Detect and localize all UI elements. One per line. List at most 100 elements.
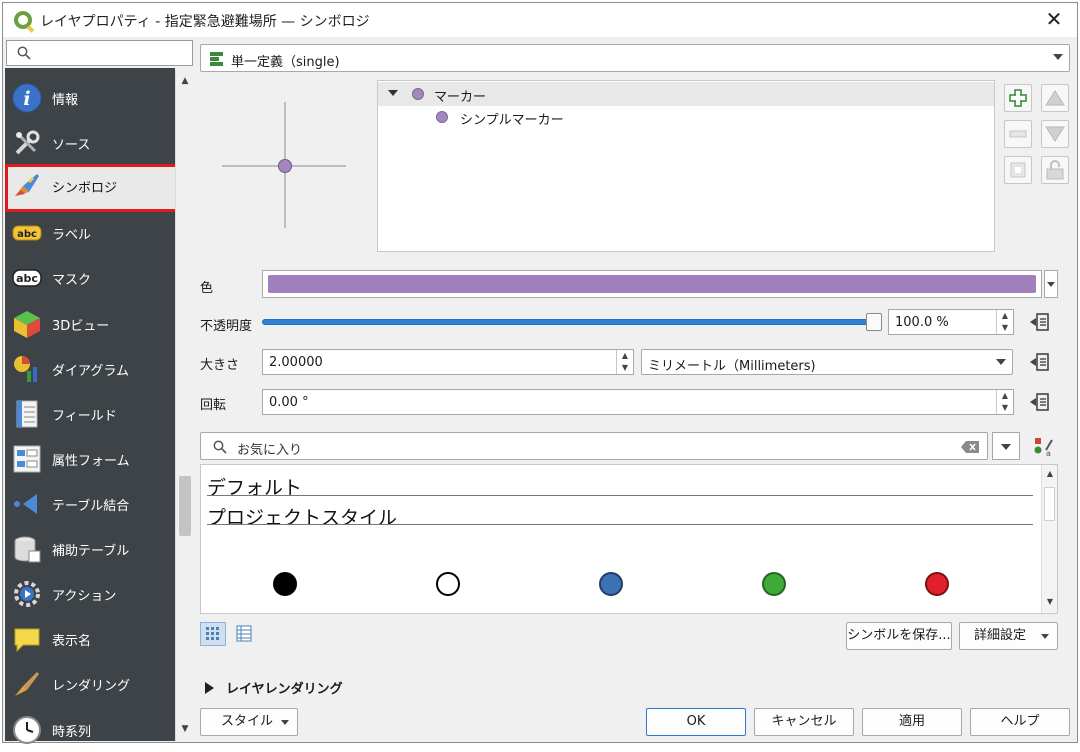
style-manager-icon[interactable]: a: [1032, 434, 1056, 458]
icon-view-toggle[interactable]: [200, 622, 226, 646]
symbol-library-list[interactable]: デフォルト プロジェクトスタイル: [200, 464, 1058, 614]
symbol-black[interactable]: [273, 572, 297, 596]
list-view-toggle[interactable]: [232, 622, 256, 646]
sidebar-item-6[interactable]: ダイアグラム: [5, 347, 175, 391]
symbol-layer-tree[interactable]: マーカー シンプルマーカー: [377, 80, 995, 252]
move-up-button[interactable]: [1041, 84, 1069, 112]
up-arrow-icon: [1045, 90, 1065, 106]
auxiliary-storage-icon: [11, 533, 43, 565]
scroll-down-arrow-icon[interactable]: ▼: [176, 722, 194, 736]
spin-arrows-icon[interactable]: ▲ ▼: [996, 310, 1013, 334]
mask-abc-icon: abc: [11, 262, 43, 294]
sidebar-item-8[interactable]: 属性フォーム: [5, 437, 175, 481]
expand-arrow-icon[interactable]: [388, 90, 398, 96]
rendering-brush-icon: [11, 668, 43, 700]
sidebar-item-13[interactable]: レンダリング: [5, 662, 175, 706]
sidebar-item-0[interactable]: i 情報: [5, 76, 175, 120]
sidebar-search-input[interactable]: [6, 40, 193, 66]
tree-item-simple-marker[interactable]: シンプルマーカー: [460, 109, 564, 128]
svg-text:abc: abc: [16, 272, 38, 285]
symbol-green[interactable]: [762, 572, 786, 596]
group-project-styles: プロジェクトスタイル: [207, 507, 398, 529]
clear-text-icon[interactable]: [961, 441, 979, 453]
data-defined-override-icon[interactable]: [1028, 350, 1052, 374]
library-scrollbar[interactable]: ▲ ▼: [1041, 465, 1057, 613]
data-defined-override-icon[interactable]: [1028, 310, 1052, 334]
renderer-select[interactable]: 単一定義（single): [200, 44, 1070, 72]
library-filter-dropdown[interactable]: [992, 432, 1020, 460]
move-down-button[interactable]: [1041, 120, 1069, 148]
size-value: 2.00000: [269, 355, 323, 370]
style-menu-button[interactable]: スタイル: [200, 708, 298, 736]
layer-rendering-toggle[interactable]: レイヤレンダリング: [226, 678, 343, 697]
size-unit-value: ミリメートル（Millimeters): [648, 359, 816, 374]
rotation-label: 回転: [200, 398, 227, 413]
sidebar-item-label: フィールド: [52, 409, 117, 424]
sidebar-item-label: マスク: [52, 273, 92, 288]
sidebar-item-4[interactable]: abc マスク: [5, 256, 175, 300]
color-label: 色: [200, 281, 214, 296]
symbol-white[interactable]: [436, 572, 460, 596]
color-button[interactable]: [262, 270, 1042, 298]
symbol-red[interactable]: [925, 572, 949, 596]
sidebar-item-11[interactable]: アクション: [5, 572, 175, 616]
chevron-down-icon: [996, 359, 1006, 365]
sidebar-item-1[interactable]: ソース: [5, 121, 175, 165]
sidebar-item-3[interactable]: abc ラベル: [5, 211, 175, 255]
rotation-spinbox[interactable]: 0.00 ° ▲ ▼: [262, 389, 1014, 415]
opacity-slider-handle[interactable]: [866, 313, 882, 331]
sidebar-item-label: アクション: [52, 589, 117, 604]
sidebar-item-label: レンダリング: [52, 679, 131, 694]
sidebar-item-9[interactable]: テーブル結合: [5, 482, 175, 526]
close-button[interactable]: ✕: [1040, 6, 1068, 32]
search-icon: [17, 46, 31, 60]
sidebar-item-10[interactable]: 補助テーブル: [5, 527, 175, 571]
opacity-slider-track[interactable]: [262, 319, 874, 325]
opacity-spinbox[interactable]: 100.0 % ▲ ▼: [888, 309, 1014, 335]
plus-icon: [1009, 89, 1027, 107]
size-unit-select[interactable]: ミリメートル（Millimeters): [641, 349, 1013, 375]
lock-layer-button[interactable]: [1041, 156, 1069, 184]
ok-button[interactable]: OK: [646, 708, 746, 736]
renderer-label: 単一定義（single): [231, 55, 340, 70]
help-button[interactable]: ヘルプ: [970, 708, 1070, 736]
scroll-up-arrow-icon[interactable]: ▲: [176, 74, 194, 88]
remove-symbol-layer-button[interactable]: [1004, 120, 1032, 148]
color-swatch: [268, 275, 1036, 293]
sidebar-item-5[interactable]: 3Dビュー: [5, 302, 175, 346]
add-symbol-layer-button[interactable]: [1004, 84, 1032, 112]
sidebar-item-2[interactable]: シンボロジ: [5, 164, 181, 212]
spin-arrows-icon[interactable]: ▲ ▼: [616, 350, 633, 374]
save-symbol-button[interactable]: シンボルを保存...: [846, 622, 952, 650]
spin-arrows-icon[interactable]: ▲ ▼: [996, 390, 1013, 414]
clock-icon: [11, 714, 43, 746]
duplicate-symbol-layer-button[interactable]: [1004, 156, 1032, 184]
sidebar-item-label: テーブル結合: [52, 499, 130, 514]
symbol-blue[interactable]: [599, 572, 623, 596]
color-dropdown-button[interactable]: [1044, 270, 1058, 298]
sidebar-item-label: ラベル: [52, 228, 92, 243]
group-divider: [207, 495, 1033, 496]
sidebar-item-7[interactable]: フィールド: [5, 392, 175, 436]
library-scroll-thumb[interactable]: [1044, 487, 1055, 521]
scroll-thumb[interactable]: [179, 476, 191, 536]
sidebar-item-label: 属性フォーム: [52, 454, 130, 469]
sidebar-item-12[interactable]: 表示名: [5, 617, 175, 661]
cancel-button[interactable]: キャンセル: [754, 708, 854, 736]
diagram-icon: [11, 353, 43, 385]
sidebar-item-label: 表示名: [52, 634, 92, 649]
scroll-down-arrow-icon[interactable]: ▼: [1042, 597, 1058, 606]
apply-button[interactable]: 適用: [862, 708, 962, 736]
tree-row-marker[interactable]: マーカー: [378, 82, 994, 106]
sidebar-item-label: ダイアグラム: [52, 364, 129, 379]
symbol-library-search[interactable]: お気に入り: [200, 432, 988, 460]
advanced-button[interactable]: 詳細設定: [959, 622, 1058, 650]
sidebar-scrollbar[interactable]: ▲ ▼: [175, 70, 193, 741]
svg-text:a: a: [1046, 449, 1051, 458]
collapse-arrow-icon[interactable]: [205, 682, 214, 694]
scroll-up-arrow-icon[interactable]: ▲: [1042, 469, 1058, 478]
size-spinbox[interactable]: 2.00000 ▲ ▼: [262, 349, 634, 375]
data-defined-override-icon[interactable]: [1028, 390, 1052, 414]
sidebar-item-14[interactable]: 時系列: [5, 708, 175, 752]
style-label: スタイル: [221, 714, 274, 729]
